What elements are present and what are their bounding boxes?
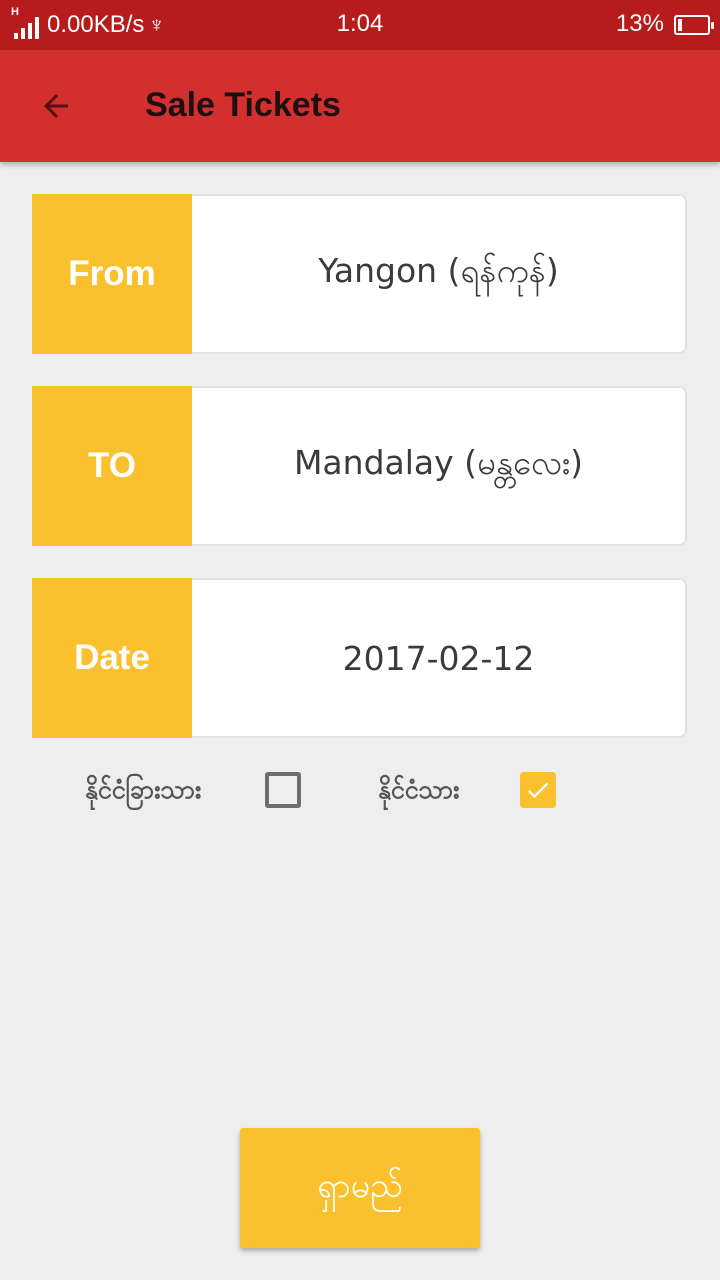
app-bar: Sale Tickets bbox=[0, 50, 720, 162]
arrow-left-icon bbox=[44, 94, 68, 118]
search-button[interactable]: ရှာမည် bbox=[240, 1128, 480, 1248]
status-time: 1:04 bbox=[336, 10, 384, 37]
citizen-checkbox[interactable] bbox=[520, 772, 556, 808]
from-label: From bbox=[32, 194, 192, 354]
from-selector[interactable]: Yangon (ရန်ကုန်) bbox=[192, 194, 687, 354]
date-field-row: Date 2017-02-12 bbox=[32, 578, 687, 738]
to-field-row: TO Mandalay (မန္တလေး) bbox=[32, 386, 687, 546]
status-right: 13% bbox=[615, 10, 714, 38]
page-title: Sale Tickets bbox=[145, 86, 341, 124]
from-field-row: From Yangon (ရန်ကုန်) bbox=[32, 194, 687, 354]
battery-percent: 13% bbox=[615, 10, 664, 37]
status-bar: H 0.00KB/s ♆ 1:04 13% bbox=[0, 0, 720, 50]
date-label: Date bbox=[32, 578, 192, 738]
battery-icon bbox=[674, 15, 714, 35]
to-selector[interactable]: Mandalay (မန္တလေး) bbox=[192, 386, 687, 546]
date-picker[interactable]: 2017-02-12 bbox=[192, 578, 687, 738]
foreigner-checkbox[interactable] bbox=[265, 772, 301, 808]
back-button[interactable] bbox=[32, 82, 80, 130]
battery-fill bbox=[678, 19, 682, 31]
check-icon bbox=[527, 782, 549, 799]
nationality-options: နိုင်ငံခြားသား နိုင်ငံသား bbox=[0, 770, 720, 814]
citizen-label: နိုင်ငံသား bbox=[378, 775, 460, 804]
foreigner-label: နိုင်ငံခြားသား bbox=[85, 775, 202, 804]
to-label: TO bbox=[32, 386, 192, 546]
